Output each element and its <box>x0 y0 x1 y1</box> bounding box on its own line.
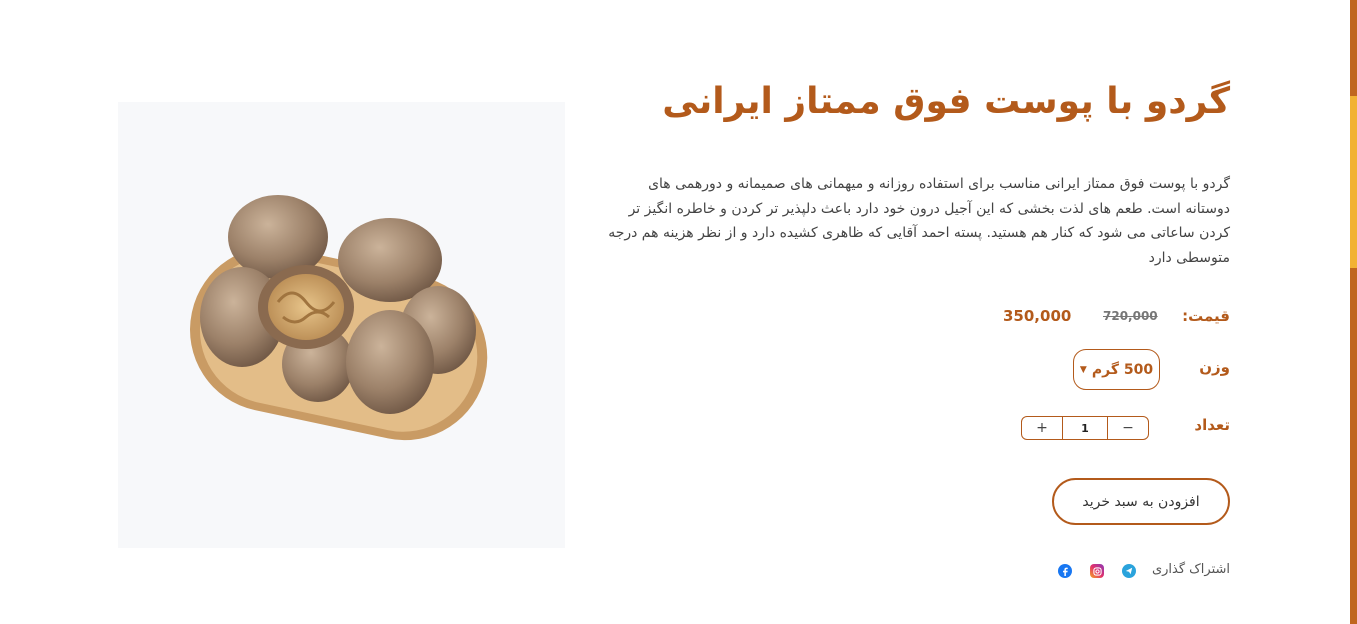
price-label: قیمت: <box>1182 307 1230 325</box>
product-description: گردو با پوست فوق ممتاز ایرانی مناسب برای… <box>608 176 1230 266</box>
quantity-decrease-button[interactable]: − <box>1108 417 1148 439</box>
instagram-icon[interactable] <box>1090 564 1104 578</box>
page-edge-bar <box>1350 0 1357 624</box>
share-label: اشتراک گذاری <box>1151 562 1230 577</box>
old-price: 720,000 <box>1103 309 1158 323</box>
quantity-input[interactable]: 1 <box>1062 417 1108 439</box>
weight-select[interactable]: 500 گرم ▼ <box>1073 349 1160 390</box>
walnut-bowl-image <box>190 195 488 441</box>
current-price: 350,000 <box>1003 307 1072 325</box>
add-to-cart-button[interactable]: افزودن به سبد خرید <box>1052 478 1230 525</box>
product-image <box>118 102 565 548</box>
edge-accent <box>1350 96 1357 268</box>
quantity-label: تعداد <box>1194 416 1230 434</box>
quantity-stepper: + 1 − <box>1021 416 1149 440</box>
chevron-down-icon: ▼ <box>1079 364 1087 375</box>
weight-label: وزن <box>1199 358 1230 376</box>
quantity-increase-button[interactable]: + <box>1022 417 1062 439</box>
telegram-icon[interactable] <box>1122 564 1136 578</box>
weight-selected-value: 500 گرم <box>1091 361 1154 378</box>
product-title: گردو با پوست فوق ممتاز ایرانی <box>662 81 1230 122</box>
facebook-icon[interactable] <box>1058 564 1072 578</box>
